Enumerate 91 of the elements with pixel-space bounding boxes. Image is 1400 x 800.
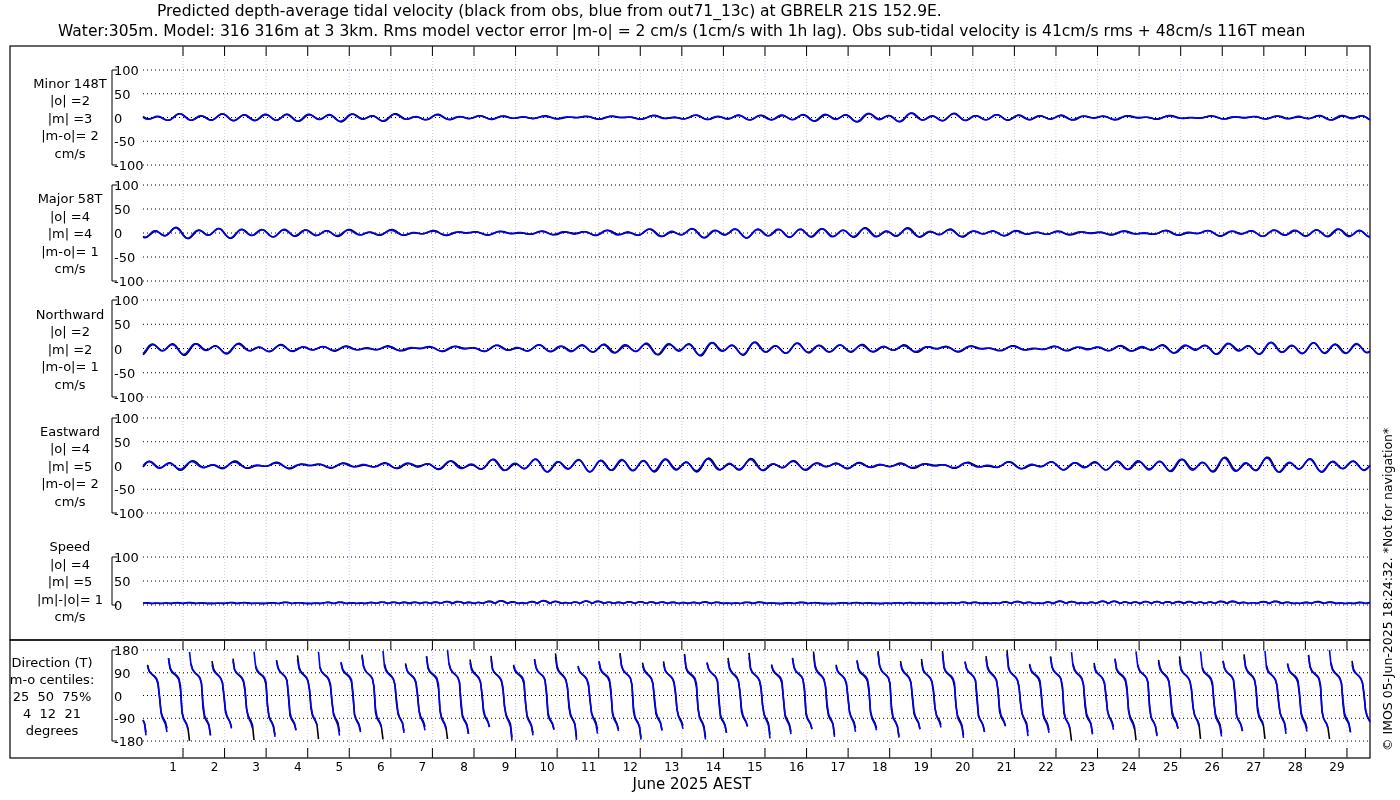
axis-tick-label: 17 [830, 760, 846, 774]
axis-tick-label: 20 [955, 760, 971, 774]
axis-tick-label: -90 [114, 711, 136, 727]
chart-title: Water:305m. Model: 316 316m at 3 3km. Rms model vector error |m-o| = 2 cm/s (1cm/s with 1h lag). Obs sub-tidal velocity is 41cm/s rms + 48cm/s 116T mean [58, 22, 1306, 40]
panel-label: 4 12 21 [23, 705, 81, 721]
panel-label: Minor 148T [33, 75, 107, 91]
panel-label: Major 58T [37, 191, 103, 206]
axis-tick-label: 13 [664, 760, 680, 774]
axis-tick-label: 9 [501, 760, 510, 774]
axis-tick-label: -50 [114, 250, 136, 265]
axis-tick-label: 50 [114, 317, 131, 333]
axis-tick-label: -50 [114, 134, 136, 150]
panel-label: |m-o|= 1 [41, 359, 99, 374]
panel-label: |m| =3 [47, 110, 93, 126]
panel-label: Speed [49, 539, 91, 554]
panel-label: |o| =4 [50, 208, 90, 224]
axis-tick-label: 50 [114, 434, 131, 450]
axis-tick-label: -50 [114, 365, 136, 381]
axis-tick-label: 24 [1121, 760, 1137, 774]
axis-tick-label: 15 [747, 760, 763, 774]
axis-tick-label: 100 [114, 63, 139, 78]
axis-tick-label: 12 [622, 760, 638, 774]
axis-tick-label: 100 [114, 293, 139, 308]
panel-label: |m| =4 [47, 226, 93, 241]
axis-tick-label: 4 [293, 760, 302, 774]
axis-tick-label: 100 [114, 178, 139, 193]
axis-tick-label: 100 [114, 550, 139, 565]
axis-tick-label: 19 [913, 760, 929, 774]
panel-label: Direction (T) [11, 654, 93, 670]
panel-label: m-o centiles: [9, 671, 95, 687]
axis-tick-label: -180 [114, 734, 144, 749]
axis-title: June 2025 AEST [632, 775, 752, 793]
panel-label: |o| =2 [50, 324, 90, 339]
axis-tick-label: 18 [872, 760, 888, 774]
axis-tick-label: 27 [1246, 760, 1262, 774]
panel-label: |m|-|o|= 1 [36, 591, 104, 607]
panel-label: |m| =5 [47, 574, 93, 589]
panel-label: |o| =4 [50, 441, 90, 456]
axis-tick-label: 0 [114, 598, 123, 613]
axis-tick-label: 7 [418, 760, 427, 774]
panel-label: cm/s [54, 609, 86, 624]
panel-label: cm/s [54, 145, 86, 161]
axis-tick-label: 16 [788, 760, 805, 774]
axis-tick-label: 8 [460, 760, 468, 774]
axis-tick-label: 5 [335, 760, 344, 774]
axis-tick-label: -100 [114, 390, 144, 405]
axis-tick-label: -100 [114, 274, 144, 289]
axis-tick-label: -100 [114, 506, 144, 521]
axis-tick-label: 23 [1079, 760, 1096, 774]
axis-tick-label: 6 [377, 760, 385, 774]
axis-tick-label: 0 [114, 341, 123, 357]
axis-tick-label: 11 [581, 760, 597, 774]
panel-label: Northward [35, 306, 105, 322]
axis-tick-label: 3 [252, 760, 260, 774]
panel-label: |m| =5 [47, 458, 93, 474]
axis-tick-label: 14 [705, 760, 722, 774]
axis-tick-label: 22 [1038, 760, 1054, 774]
copyright-notice: © IMOS 05-Jun-2025 18:24:32. *Not for navigation* [1380, 427, 1395, 751]
panel-label: cm/s [54, 376, 86, 392]
chart-title: Predicted depth-average tidal velocity (black from obs, blue from out71_13c) at GBRELR 21S 152.9E. [157, 2, 942, 20]
panel-label: Eastward [40, 423, 100, 439]
panel-label: cm/s [54, 493, 86, 509]
axis-tick-label: 0 [114, 458, 123, 474]
axis-tick-label: 100 [114, 411, 139, 426]
panel-label: |o| =2 [50, 93, 90, 108]
axis-tick-label: 50 [114, 574, 131, 589]
axis-tick-label: 28 [1287, 760, 1304, 774]
panel-label: 25 50 75% [12, 688, 92, 704]
axis-tick-label: 29 [1329, 760, 1345, 774]
panel-label: |o| =4 [50, 556, 90, 572]
axis-tick-label: 90 [114, 665, 131, 681]
axis-tick-label: -100 [114, 158, 144, 173]
panel-label: |m-o|= 2 [41, 476, 99, 491]
axis-tick-label: 50 [114, 86, 131, 102]
panel-label: |m-o|= 1 [41, 243, 99, 259]
axis-tick-label: -50 [114, 482, 136, 498]
axis-tick-label: 25 [1163, 760, 1179, 774]
axis-tick-label: 26 [1204, 760, 1220, 774]
axis-tick-label: 0 [114, 688, 123, 704]
axis-tick-label: 180 [114, 643, 139, 658]
axis-tick-label: 50 [114, 202, 131, 217]
panel-label: degrees [25, 722, 79, 738]
axis-tick-label: 2 [210, 760, 219, 774]
axis-tick-label: 0 [114, 226, 123, 241]
axis-tick-label: 21 [996, 760, 1013, 774]
panel-label: cm/s [54, 261, 86, 276]
axis-tick-label: 10 [539, 760, 555, 774]
panel-label: |m-o|= 2 [41, 128, 99, 143]
axis-tick-label: 0 [114, 110, 123, 126]
axis-tick-label: 1 [169, 760, 177, 774]
panel-label: |m| =2 [47, 341, 93, 357]
